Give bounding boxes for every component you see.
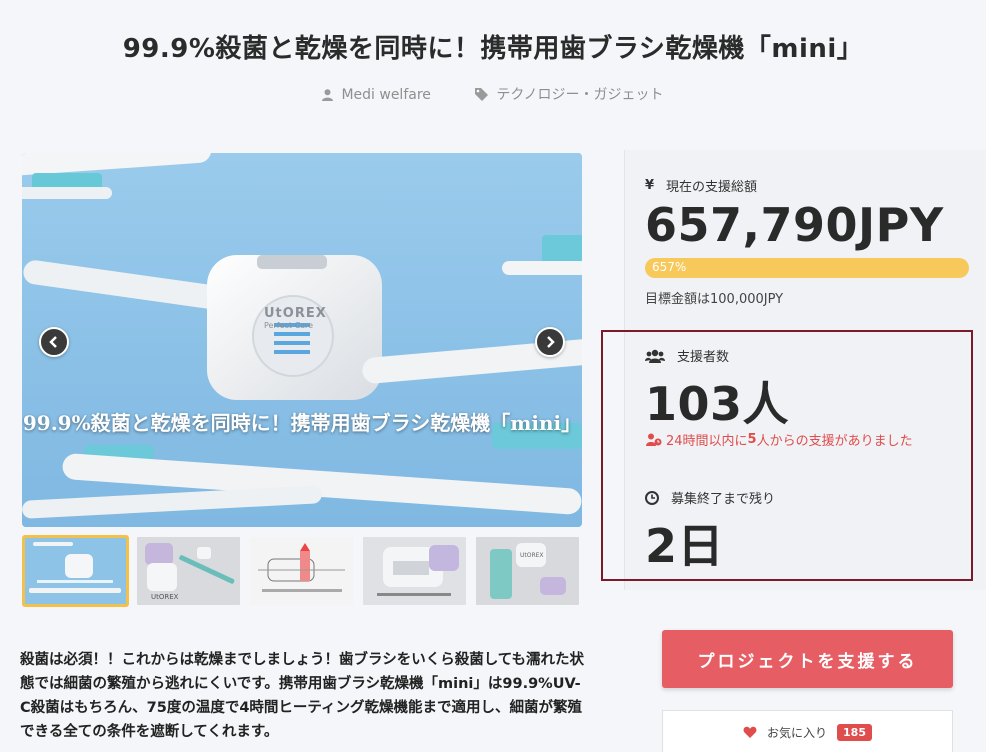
author-link[interactable]: Medi welfare xyxy=(322,86,431,103)
support-project-button[interactable]: プロジェクトを支援する xyxy=(662,630,953,688)
heart-icon xyxy=(743,726,757,738)
thumbnail-image xyxy=(250,537,353,605)
favorite-count-badge: 185 xyxy=(837,723,872,741)
thumbnail-image xyxy=(25,538,126,604)
image-carousel[interactable]: UtOREX Perfect Care 99.9%殺菌と乾燥を同時に！携帯用歯ブ… xyxy=(22,153,582,527)
total-label-row: ¥ 現在の支援総額 xyxy=(645,176,757,195)
funding-progress-bar: 657% xyxy=(645,258,969,278)
thumbnail-5[interactable]: UtOREX xyxy=(474,535,581,607)
tag-icon xyxy=(475,87,489,101)
thumbnail-3[interactable] xyxy=(248,535,355,607)
thumbnail-strip: UtOREX UtOREX xyxy=(22,535,582,607)
thumbnail-1[interactable] xyxy=(22,535,129,607)
author-name: Medi welfare xyxy=(341,86,431,103)
svg-text:UtOREX: UtOREX xyxy=(151,593,179,601)
brand-logo: UtOREX Perfect Care xyxy=(264,306,327,330)
category-link[interactable]: テクノロジー・ガジェット xyxy=(475,84,664,104)
svg-text:UtOREX: UtOREX xyxy=(520,552,544,559)
yen-icon: ¥ xyxy=(645,178,655,193)
carousel-caption: 99.9%殺菌と乾燥を同時に！携帯用歯ブラシ乾燥機「mini」 xyxy=(22,411,582,435)
chevron-left-icon xyxy=(49,336,57,348)
user-icon xyxy=(322,88,334,101)
goal-amount: 目標金額は100,000JPY xyxy=(645,292,784,307)
project-meta: Medi welfare テクノロジー・ガジェット xyxy=(0,84,986,105)
thumbnail-image xyxy=(363,537,466,605)
favorite-label: お気に入り xyxy=(767,725,828,740)
carousel-prev-button[interactable] xyxy=(39,327,69,357)
thumbnail-4[interactable] xyxy=(361,535,468,607)
highlight-box xyxy=(601,330,973,581)
thumbnail-2[interactable]: UtOREX xyxy=(135,535,242,607)
category-name: テクノロジー・ガジェット xyxy=(496,87,664,103)
chevron-right-icon xyxy=(547,336,555,348)
progress-percent: 657% xyxy=(652,260,687,274)
carousel-next-button[interactable] xyxy=(535,327,565,357)
product-image xyxy=(22,153,582,527)
page-title: 99.9%殺菌と乾燥を同時に！携帯用歯ブラシ乾燥機「mini」 xyxy=(122,34,864,64)
thumbnail-image: UtOREX xyxy=(476,537,579,605)
thumbnail-image: UtOREX xyxy=(137,537,240,605)
total-label: 現在の支援総額 xyxy=(666,180,758,195)
favorite-button[interactable]: お気に入り 185 xyxy=(662,710,953,752)
total-amount: 657,790JPY xyxy=(645,198,944,252)
project-description: 殺菌は必須！！これからは乾燥までしましょう！歯ブラシをいくら殺菌しても濡れた状態… xyxy=(20,652,585,740)
